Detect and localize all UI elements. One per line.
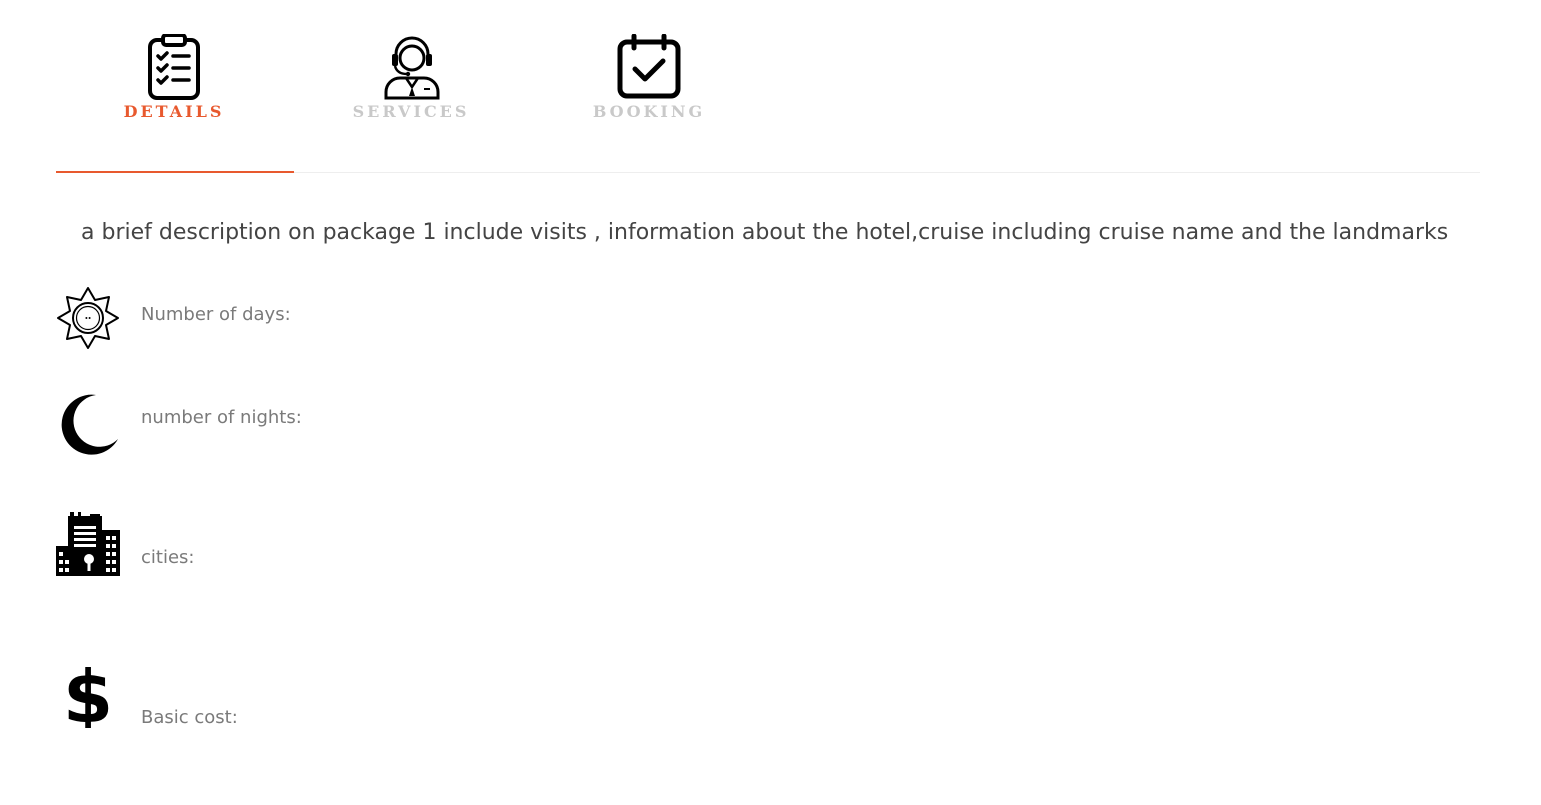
moon-icon <box>61 394 118 455</box>
basic-cost-label: Basic cost: <box>141 707 238 728</box>
calendar-check-icon <box>617 34 681 99</box>
clipboard-checklist-icon <box>148 34 200 100</box>
tab-booking[interactable]: BOOKING <box>549 34 749 134</box>
sun-icon <box>57 287 119 349</box>
tab-services[interactable]: SERVICES <box>311 34 511 134</box>
svg-text:$: $ <box>63 664 113 728</box>
active-tab-indicator <box>56 171 294 173</box>
package-description: a brief description on package 1 include… <box>81 220 1449 245</box>
city-buildings-icon <box>56 512 120 576</box>
tab-details-label: DETAILS <box>123 102 225 121</box>
customer-support-agent-icon <box>384 36 440 100</box>
dollar-icon: $ <box>63 664 113 728</box>
number-of-nights-label: number of nights: <box>141 407 302 428</box>
number-of-days-label: Number of days: <box>141 304 291 325</box>
tab-details[interactable]: DETAILS <box>74 34 274 134</box>
tab-booking-label: BOOKING <box>592 102 706 121</box>
tab-services-label: SERVICES <box>352 102 470 121</box>
cities-label: cities: <box>141 547 195 568</box>
